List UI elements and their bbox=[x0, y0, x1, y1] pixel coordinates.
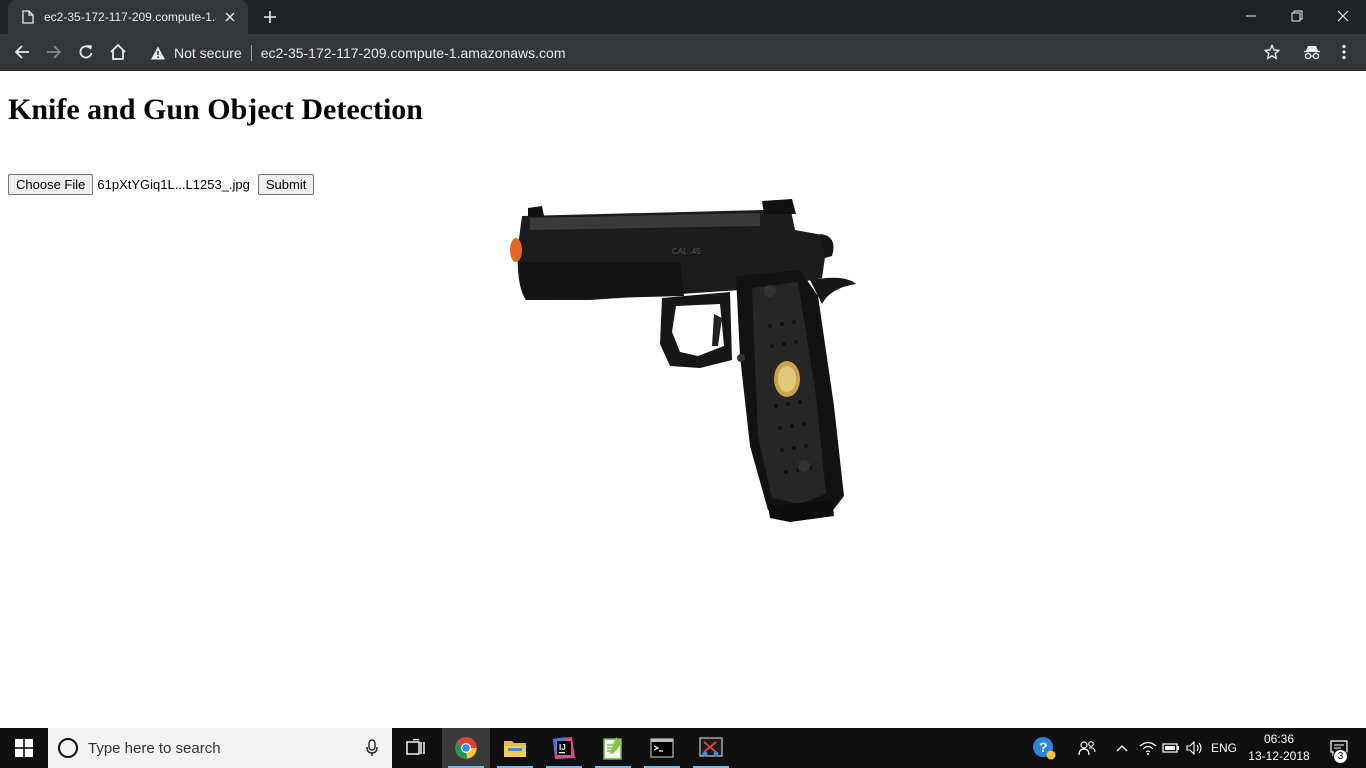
selected-file-name: 61pXtYGiq1L...L1253_.jpg bbox=[97, 177, 250, 192]
forward-arrow-icon bbox=[47, 45, 62, 59]
cortana-icon bbox=[58, 738, 78, 758]
url-text: ec2-35-172-117-209.compute-1.amazonaws.c… bbox=[260, 44, 566, 61]
chrome-icon bbox=[455, 737, 477, 759]
taskbar-notepad-plus-plus[interactable] bbox=[589, 728, 637, 768]
home-icon bbox=[110, 43, 126, 60]
clock-time: 06:36 bbox=[1263, 732, 1295, 746]
people-icon[interactable] bbox=[1074, 728, 1100, 768]
divider bbox=[250, 44, 252, 61]
security-status: Not secure bbox=[174, 44, 242, 61]
clock-date: 13-12-2018 bbox=[1248, 749, 1310, 763]
browser-tab[interactable]: ec2-35-172-117-209.compute-1.a bbox=[8, 0, 248, 34]
uploaded-image: CAL .45 bbox=[500, 196, 870, 526]
help-tray-icon[interactable]: ? bbox=[1030, 728, 1058, 768]
windows-taskbar: Type here to search IJ ? ENG 06:36 13-12… bbox=[0, 728, 1366, 768]
reload-icon bbox=[79, 45, 93, 59]
back-arrow-icon bbox=[14, 45, 29, 59]
tab-title: ec2-35-172-117-209.compute-1.a bbox=[44, 10, 216, 24]
start-button[interactable] bbox=[0, 728, 48, 768]
taskbar-snipping-tool[interactable] bbox=[687, 728, 735, 768]
submit-button[interactable]: Submit bbox=[257, 174, 315, 195]
restore-button[interactable] bbox=[1274, 0, 1320, 32]
volume-icon[interactable] bbox=[1184, 728, 1206, 768]
terminal-icon bbox=[650, 738, 674, 758]
taskbar-file-explorer[interactable] bbox=[491, 728, 539, 768]
handgun-image: CAL .45 bbox=[510, 199, 856, 522]
reload-button[interactable] bbox=[70, 36, 102, 68]
home-button[interactable] bbox=[102, 36, 134, 68]
language-indicator[interactable]: ENG bbox=[1208, 728, 1240, 768]
language-label: ENG bbox=[1210, 741, 1237, 755]
svg-text:IJ: IJ bbox=[559, 743, 566, 752]
intellij-icon: IJ bbox=[553, 737, 575, 759]
system-clock[interactable]: 06:36 13-12-2018 bbox=[1248, 731, 1310, 765]
tab-close-icon[interactable] bbox=[222, 9, 238, 25]
choose-file-button[interactable]: Choose File bbox=[8, 174, 94, 195]
web-page: Knife and Gun Object Detection Choose Fi… bbox=[0, 71, 1366, 728]
notepad-plus-plus-icon bbox=[603, 737, 622, 760]
task-view-icon bbox=[406, 739, 425, 755]
incognito-extension-button[interactable] bbox=[1298, 36, 1326, 68]
windows-logo-icon bbox=[15, 739, 33, 757]
battery-icon[interactable] bbox=[1160, 728, 1182, 768]
browser-toolbar: Not secure ec2-35-172-117-209.compute-1.… bbox=[0, 34, 1366, 71]
new-tab-button[interactable] bbox=[258, 6, 282, 28]
minimize-icon bbox=[1246, 15, 1256, 17]
snipping-tool-icon bbox=[699, 737, 723, 757]
taskbar-chrome[interactable] bbox=[442, 728, 490, 768]
folder-icon bbox=[504, 741, 526, 757]
upload-form: Choose File 61pXtYGiq1L...L1253_.jpg Sub… bbox=[8, 174, 315, 195]
bookmark-button[interactable] bbox=[1258, 36, 1286, 68]
minimize-button[interactable] bbox=[1228, 0, 1274, 32]
browser-menu-button[interactable] bbox=[1332, 36, 1356, 68]
back-button[interactable] bbox=[6, 36, 38, 68]
taskbar-search-box[interactable]: Type here to search bbox=[48, 728, 392, 768]
incognito-icon bbox=[1304, 46, 1320, 60]
page-icon bbox=[22, 10, 34, 24]
taskbar-intellij[interactable]: IJ bbox=[540, 728, 588, 768]
svg-text:CAL .45: CAL .45 bbox=[672, 247, 701, 256]
kebab-menu-icon bbox=[1342, 44, 1346, 60]
taskbar-command-prompt[interactable] bbox=[638, 728, 686, 768]
task-view-button[interactable] bbox=[392, 728, 440, 768]
close-window-button[interactable] bbox=[1320, 0, 1366, 32]
search-placeholder: Type here to search bbox=[88, 739, 221, 757]
svg-text:?: ? bbox=[1039, 739, 1048, 755]
forward-button[interactable] bbox=[38, 36, 70, 68]
notification-count-badge: 3 bbox=[1333, 749, 1348, 764]
plus-icon bbox=[264, 11, 276, 23]
star-icon bbox=[1264, 44, 1280, 60]
address-bar[interactable]: Not secure ec2-35-172-117-209.compute-1.… bbox=[140, 38, 1290, 67]
page-title: Knife and Gun Object Detection bbox=[8, 93, 423, 126]
browser-tab-bar: ec2-35-172-117-209.compute-1.a bbox=[0, 0, 1366, 34]
warning-icon bbox=[151, 46, 165, 59]
wifi-icon[interactable] bbox=[1137, 728, 1159, 768]
restore-icon bbox=[1291, 10, 1303, 22]
microphone-icon[interactable] bbox=[352, 728, 392, 768]
chevron-up-icon[interactable] bbox=[1112, 728, 1132, 768]
close-icon bbox=[1337, 10, 1349, 22]
